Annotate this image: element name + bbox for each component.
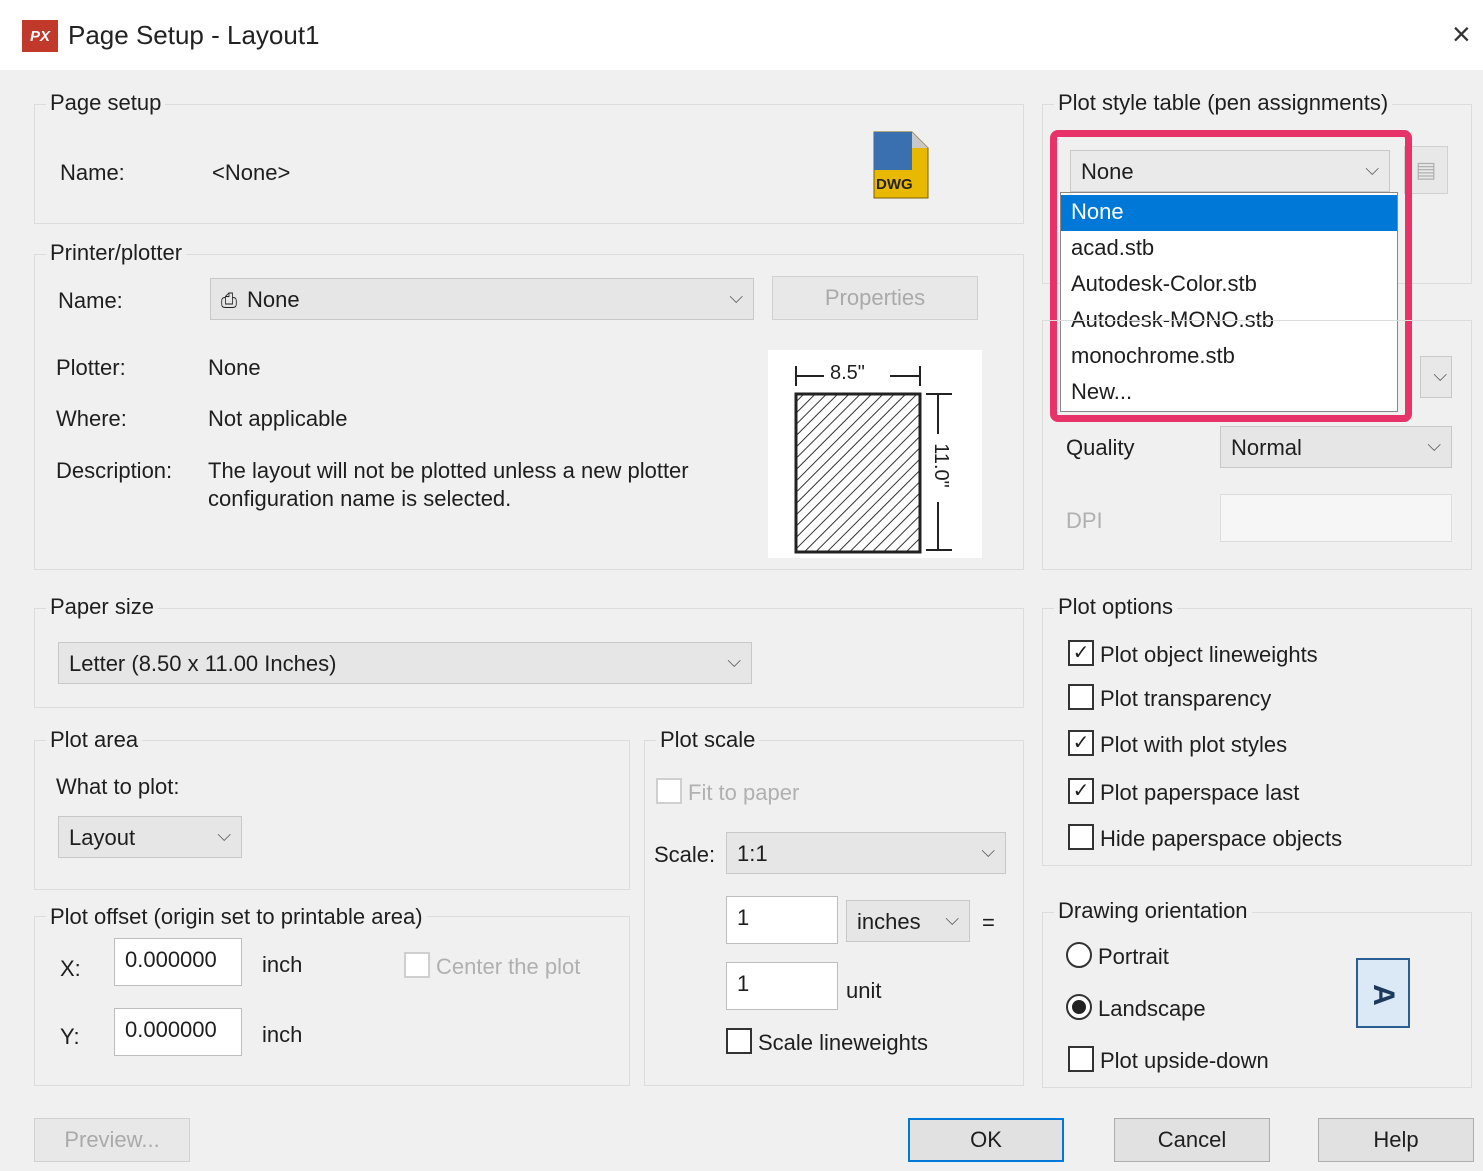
scale-select[interactable]: 1:1 ⌵ — [726, 832, 1006, 874]
ok-button[interactable]: OK — [908, 1118, 1064, 1162]
offset-y-label: Y: — [60, 1024, 80, 1049]
help-button[interactable]: Help — [1318, 1118, 1474, 1162]
plot-style-select[interactable]: None ⌵ — [1070, 150, 1390, 192]
plot-paperspace-last-label: Plot paperspace last — [1100, 780, 1300, 805]
plot-area-group — [34, 740, 630, 890]
scale-value2-input[interactable]: 1 — [726, 962, 838, 1010]
printer-name-select[interactable]: ⎙ None ⌵ — [210, 278, 754, 320]
printer-name-label: Name: — [58, 288, 123, 313]
preview-height-label: 11.0" — [929, 443, 952, 488]
chevron-down-icon: ⌵ — [727, 651, 741, 671]
offset-x-unit: inch — [262, 952, 303, 977]
center-plot-checkbox[interactable] — [404, 952, 430, 978]
chevron-down-icon: ⌵ — [1365, 159, 1379, 179]
hide-paperspace-label: Hide paperspace objects — [1100, 826, 1343, 851]
landscape-label: Landscape — [1098, 996, 1206, 1021]
plot-transparency-label: Plot transparency — [1100, 686, 1272, 711]
hide-paperspace-checkbox[interactable] — [1068, 824, 1094, 850]
chevron-down-icon: ⌵ — [981, 841, 995, 861]
description-line-2: configuration name is selected. — [208, 486, 512, 511]
fit-to-paper-label: Fit to paper — [688, 780, 800, 805]
where-label: Where: — [56, 406, 127, 431]
portrait-radio[interactable] — [1066, 942, 1092, 968]
scale-lineweights-checkbox[interactable] — [726, 1028, 752, 1054]
printer-icon: ⎙ — [221, 290, 237, 312]
fit-to-paper-checkbox[interactable] — [656, 778, 682, 804]
plotter-label: Plotter: — [56, 355, 126, 380]
plot-offset-title: Plot offset (origin set to printable are… — [46, 904, 427, 930]
plot-upside-down-label: Plot upside-down — [1100, 1048, 1269, 1073]
plot-area-title: Plot area — [46, 727, 143, 753]
dwg-badge: DWG — [876, 176, 913, 193]
properties-button[interactable]: Properties — [772, 276, 978, 320]
plot-paperspace-last-checkbox[interactable]: ✓ — [1068, 778, 1094, 804]
chevron-down-icon: ⌵ — [729, 287, 743, 307]
page-setup-name-label: Name: — [60, 160, 125, 185]
preview-width-label: 8.5" — [830, 362, 865, 384]
plot-scale-title: Plot scale — [656, 727, 760, 753]
paper-size-title: Paper size — [46, 594, 158, 620]
preview-button[interactable]: Preview... — [34, 1118, 190, 1162]
landscape-glyph: A — [1366, 984, 1400, 1006]
dropdown-option[interactable]: Autodesk-Color.stb — [1061, 267, 1397, 303]
window-title: Page Setup - Layout1 — [68, 20, 320, 50]
paper-preview: 8.5" 11.0" — [768, 350, 982, 558]
title-bar: PX Page Setup - Layout1 × — [0, 0, 1483, 70]
dwg-file-icon: DWG — [868, 130, 930, 200]
plotter-value: None — [208, 355, 261, 380]
edit-table-icon: ▤ — [1415, 157, 1437, 182]
scale-lineweights-label: Scale lineweights — [758, 1030, 928, 1055]
equals-sign: = — [982, 910, 995, 935]
scale-unit-select[interactable]: inches ⌵ — [846, 900, 970, 942]
what-to-plot-select[interactable]: Layout ⌵ — [58, 816, 242, 858]
scale-label: Scale: — [654, 842, 716, 867]
quality-label: Quality — [1066, 435, 1135, 460]
orientation-title: Drawing orientation — [1054, 898, 1252, 924]
shade-plot-select[interactable]: ⌵ — [1420, 356, 1452, 398]
offset-x-label: X: — [60, 956, 81, 981]
dpi-input[interactable] — [1220, 494, 1452, 542]
description-label: Description: — [56, 458, 173, 483]
description-line-1: The layout will not be plotted unless a … — [208, 458, 689, 483]
plot-with-styles-checkbox[interactable]: ✓ — [1068, 730, 1094, 756]
chevron-down-icon: ⌵ — [1427, 435, 1441, 455]
scale-unit2-label: unit — [846, 978, 882, 1003]
landscape-page-icon: A — [1356, 958, 1410, 1028]
offset-y-input[interactable]: 0.000000 — [114, 1008, 242, 1056]
chevron-down-icon: ⌵ — [217, 825, 231, 845]
where-value: Not applicable — [208, 406, 348, 431]
chevron-down-icon: ⌵ — [1433, 365, 1447, 385]
page-setup-title: Page setup — [46, 90, 166, 116]
plot-lineweights-checkbox[interactable]: ✓ — [1068, 640, 1094, 666]
plot-options-title: Plot options — [1054, 594, 1177, 620]
quality-select[interactable]: Normal ⌵ — [1220, 426, 1452, 468]
offset-y-unit: inch — [262, 1022, 303, 1047]
scale-value1-input[interactable]: 1 — [726, 896, 838, 944]
portrait-label: Portrait — [1098, 944, 1169, 969]
cancel-button[interactable]: Cancel — [1114, 1118, 1270, 1162]
app-icon: PX — [22, 20, 58, 52]
plot-upside-down-checkbox[interactable] — [1068, 1046, 1094, 1072]
paper-size-select[interactable]: Letter (8.50 x 11.00 Inches) ⌵ — [58, 642, 752, 684]
plot-lineweights-label: Plot object lineweights — [1100, 642, 1318, 667]
landscape-radio[interactable] — [1066, 994, 1092, 1020]
dpi-label: DPI — [1066, 508, 1103, 533]
page-setup-name-value: <None> — [212, 160, 291, 185]
dropdown-option[interactable]: acad.stb — [1061, 231, 1397, 267]
center-plot-label: Center the plot — [436, 954, 581, 979]
printer-title: Printer/plotter — [46, 240, 187, 266]
plot-with-styles-label: Plot with plot styles — [1100, 732, 1288, 757]
edit-plot-style-button[interactable]: ▤ — [1404, 146, 1448, 194]
what-to-plot-label: What to plot: — [56, 774, 180, 799]
plot-transparency-checkbox[interactable] — [1068, 684, 1094, 710]
dropdown-option[interactable]: None — [1061, 195, 1397, 231]
offset-x-input[interactable]: 0.000000 — [114, 938, 242, 986]
plot-style-title: Plot style table (pen assignments) — [1054, 90, 1393, 116]
chevron-down-icon: ⌵ — [945, 909, 959, 929]
close-icon[interactable]: × — [1452, 16, 1471, 53]
